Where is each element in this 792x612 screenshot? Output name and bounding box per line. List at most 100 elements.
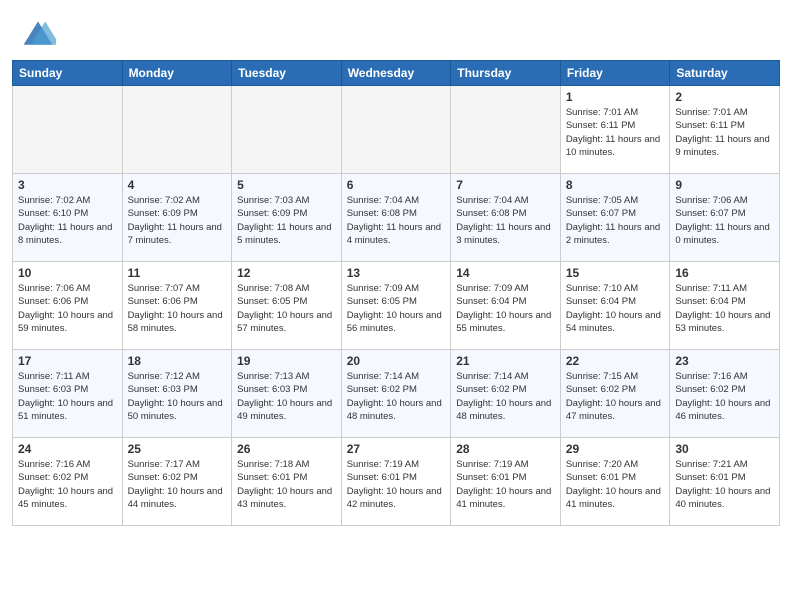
day-number: 4 bbox=[128, 178, 227, 192]
day-cell bbox=[341, 86, 451, 174]
day-cell: 18 Sunrise: 7:12 AMSunset: 6:03 PMDayligh… bbox=[122, 350, 232, 438]
weekday-header-saturday: Saturday bbox=[670, 61, 780, 86]
weekday-header-tuesday: Tuesday bbox=[232, 61, 342, 86]
day-cell: 13Sunrise: 7:09 AMSunset: 6:05 PMDayligh… bbox=[341, 262, 451, 350]
day-number: 25 bbox=[128, 442, 227, 456]
day-number: 13 bbox=[347, 266, 446, 280]
day-info: Sunrise: 7:14 AMSunset: 6:02 PMDaylight:… bbox=[456, 370, 555, 423]
day-cell: 14 Sunrise: 7:09 AMSunset: 6:04 PMDayligh… bbox=[451, 262, 561, 350]
day-cell: 2 Sunrise: 7:01 AMSunset: 6:11 PMDaylight… bbox=[670, 86, 780, 174]
day-info: Sunrise: 7:01 AMSunset: 6:11 PMDaylight:… bbox=[566, 106, 665, 159]
day-info: Sunrise: 7:12 AMSunset: 6:03 PMDaylight:… bbox=[128, 370, 227, 423]
day-number: 24 bbox=[18, 442, 117, 456]
day-number: 3 bbox=[18, 178, 117, 192]
day-cell: 5Sunrise: 7:03 AMSunset: 6:09 PMDaylight… bbox=[232, 174, 342, 262]
day-info: Sunrise: 7:06 AMSunset: 6:07 PMDaylight:… bbox=[675, 194, 774, 247]
day-cell: 22Sunrise: 7:15 AMSunset: 6:02 PMDayligh… bbox=[560, 350, 670, 438]
day-number: 6 bbox=[347, 178, 446, 192]
day-info: Sunrise: 7:18 AMSunset: 6:01 PMDaylight:… bbox=[237, 458, 336, 511]
day-cell: 29 Sunrise: 7:20 AMSunset: 6:01 PMDayligh… bbox=[560, 438, 670, 526]
day-info: Sunrise: 7:09 AMSunset: 6:04 PMDaylight:… bbox=[456, 282, 555, 335]
day-cell: 23Sunrise: 7:16 AMSunset: 6:02 PMDayligh… bbox=[670, 350, 780, 438]
day-info: Sunrise: 7:08 AMSunset: 6:05 PMDaylight:… bbox=[237, 282, 336, 335]
day-cell: 21 Sunrise: 7:14 AMSunset: 6:02 PMDayligh… bbox=[451, 350, 561, 438]
logo bbox=[20, 16, 60, 52]
weekday-header-friday: Friday bbox=[560, 61, 670, 86]
day-number: 9 bbox=[675, 178, 774, 192]
day-info: Sunrise: 7:02 AMSunset: 6:10 PMDaylight:… bbox=[18, 194, 117, 247]
day-info: Sunrise: 7:01 AMSunset: 6:11 PMDaylight:… bbox=[675, 106, 774, 159]
day-cell: 28 Sunrise: 7:19 AMSunset: 6:01 PMDayligh… bbox=[451, 438, 561, 526]
day-cell: 1 Sunrise: 7:01 AMSunset: 6:11 PMDaylight… bbox=[560, 86, 670, 174]
day-cell: 6 Sunrise: 7:04 AMSunset: 6:08 PMDaylight… bbox=[341, 174, 451, 262]
day-cell: 8Sunrise: 7:05 AMSunset: 6:07 PMDaylight… bbox=[560, 174, 670, 262]
day-info: Sunrise: 7:21 AMSunset: 6:01 PMDaylight:… bbox=[675, 458, 774, 511]
week-row-2: 3 Sunrise: 7:02 AMSunset: 6:10 PMDaylight… bbox=[13, 174, 780, 262]
day-cell bbox=[451, 86, 561, 174]
day-number: 29 bbox=[566, 442, 665, 456]
day-info: Sunrise: 7:02 AMSunset: 6:09 PMDaylight:… bbox=[128, 194, 227, 247]
day-cell: 16Sunrise: 7:11 AMSunset: 6:04 PMDayligh… bbox=[670, 262, 780, 350]
day-number: 20 bbox=[347, 354, 446, 368]
day-cell: 20 Sunrise: 7:14 AMSunset: 6:02 PMDayligh… bbox=[341, 350, 451, 438]
day-number: 26 bbox=[237, 442, 336, 456]
day-number: 19 bbox=[237, 354, 336, 368]
day-cell: 19 Sunrise: 7:13 AMSunset: 6:03 PMDayligh… bbox=[232, 350, 342, 438]
day-cell bbox=[232, 86, 342, 174]
week-row-4: 17 Sunrise: 7:11 AMSunset: 6:03 PMDayligh… bbox=[13, 350, 780, 438]
day-cell: 12 Sunrise: 7:08 AMSunset: 6:05 PMDayligh… bbox=[232, 262, 342, 350]
day-info: Sunrise: 7:16 AMSunset: 6:02 PMDaylight:… bbox=[18, 458, 117, 511]
weekday-header-monday: Monday bbox=[122, 61, 232, 86]
header bbox=[0, 0, 792, 60]
day-number: 1 bbox=[566, 90, 665, 104]
weekday-header-thursday: Thursday bbox=[451, 61, 561, 86]
day-info: Sunrise: 7:20 AMSunset: 6:01 PMDaylight:… bbox=[566, 458, 665, 511]
day-number: 30 bbox=[675, 442, 774, 456]
day-cell: 10 Sunrise: 7:06 AMSunset: 6:06 PMDayligh… bbox=[13, 262, 123, 350]
day-info: Sunrise: 7:07 AMSunset: 6:06 PMDaylight:… bbox=[128, 282, 227, 335]
day-info: Sunrise: 7:13 AMSunset: 6:03 PMDaylight:… bbox=[237, 370, 336, 423]
day-cell: 3 Sunrise: 7:02 AMSunset: 6:10 PMDaylight… bbox=[13, 174, 123, 262]
day-number: 12 bbox=[237, 266, 336, 280]
day-number: 14 bbox=[456, 266, 555, 280]
day-info: Sunrise: 7:04 AMSunset: 6:08 PMDaylight:… bbox=[456, 194, 555, 247]
day-info: Sunrise: 7:11 AMSunset: 6:04 PMDaylight:… bbox=[675, 282, 774, 335]
logo-icon bbox=[20, 16, 56, 52]
calendar-table: SundayMondayTuesdayWednesdayThursdayFrid… bbox=[12, 60, 780, 526]
day-number: 8 bbox=[566, 178, 665, 192]
day-cell: 9 Sunrise: 7:06 AMSunset: 6:07 PMDaylight… bbox=[670, 174, 780, 262]
day-cell: 26 Sunrise: 7:18 AMSunset: 6:01 PMDayligh… bbox=[232, 438, 342, 526]
day-number: 5 bbox=[237, 178, 336, 192]
week-row-1: 1 Sunrise: 7:01 AMSunset: 6:11 PMDaylight… bbox=[13, 86, 780, 174]
day-number: 17 bbox=[18, 354, 117, 368]
day-info: Sunrise: 7:14 AMSunset: 6:02 PMDaylight:… bbox=[347, 370, 446, 423]
day-cell bbox=[122, 86, 232, 174]
day-info: Sunrise: 7:04 AMSunset: 6:08 PMDaylight:… bbox=[347, 194, 446, 247]
day-info: Sunrise: 7:10 AMSunset: 6:04 PMDaylight:… bbox=[566, 282, 665, 335]
day-cell: 4 Sunrise: 7:02 AMSunset: 6:09 PMDaylight… bbox=[122, 174, 232, 262]
day-cell: 15Sunrise: 7:10 AMSunset: 6:04 PMDayligh… bbox=[560, 262, 670, 350]
day-info: Sunrise: 7:19 AMSunset: 6:01 PMDaylight:… bbox=[347, 458, 446, 511]
day-number: 28 bbox=[456, 442, 555, 456]
calendar-header: SundayMondayTuesdayWednesdayThursdayFrid… bbox=[13, 61, 780, 86]
day-number: 7 bbox=[456, 178, 555, 192]
day-cell: 7 Sunrise: 7:04 AMSunset: 6:08 PMDaylight… bbox=[451, 174, 561, 262]
day-number: 10 bbox=[18, 266, 117, 280]
day-info: Sunrise: 7:16 AMSunset: 6:02 PMDaylight:… bbox=[675, 370, 774, 423]
day-number: 18 bbox=[128, 354, 227, 368]
day-cell: 17 Sunrise: 7:11 AMSunset: 6:03 PMDayligh… bbox=[13, 350, 123, 438]
day-info: Sunrise: 7:19 AMSunset: 6:01 PMDaylight:… bbox=[456, 458, 555, 511]
day-number: 27 bbox=[347, 442, 446, 456]
day-info: Sunrise: 7:11 AMSunset: 6:03 PMDaylight:… bbox=[18, 370, 117, 423]
page: SundayMondayTuesdayWednesdayThursdayFrid… bbox=[0, 0, 792, 612]
day-cell: 27 Sunrise: 7:19 AMSunset: 6:01 PMDayligh… bbox=[341, 438, 451, 526]
day-info: Sunrise: 7:06 AMSunset: 6:06 PMDaylight:… bbox=[18, 282, 117, 335]
day-number: 21 bbox=[456, 354, 555, 368]
calendar-body: 1 Sunrise: 7:01 AMSunset: 6:11 PMDaylight… bbox=[13, 86, 780, 526]
day-info: Sunrise: 7:15 AMSunset: 6:02 PMDaylight:… bbox=[566, 370, 665, 423]
weekday-header-wednesday: Wednesday bbox=[341, 61, 451, 86]
day-cell: 11Sunrise: 7:07 AMSunset: 6:06 PMDayligh… bbox=[122, 262, 232, 350]
calendar: SundayMondayTuesdayWednesdayThursdayFrid… bbox=[0, 60, 792, 612]
day-cell bbox=[13, 86, 123, 174]
day-number: 2 bbox=[675, 90, 774, 104]
